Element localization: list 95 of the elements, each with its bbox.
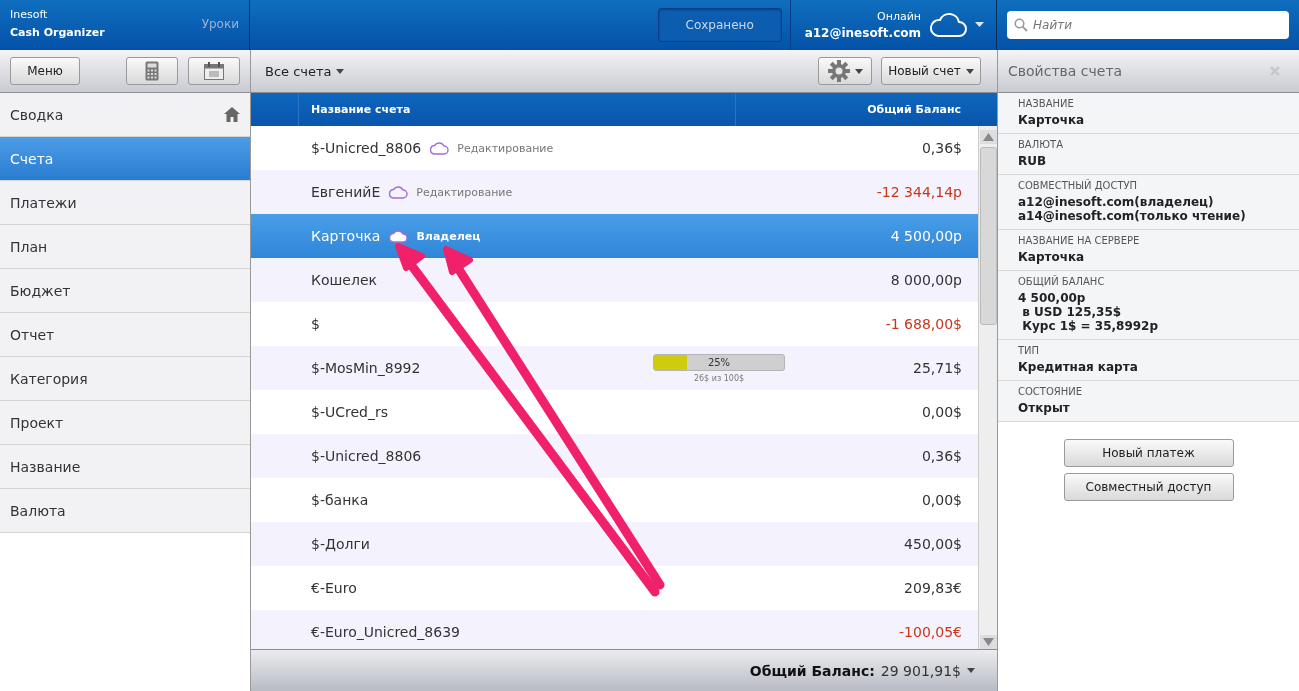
scroll-down-icon[interactable] — [979, 635, 997, 649]
balance-amount: 0,00$ — [921, 492, 962, 508]
progress-caption: 26$ из 100$ — [693, 373, 745, 383]
caret-icon[interactable] — [967, 668, 975, 673]
sidebar-item[interactable]: Валюта — [0, 489, 250, 533]
sidebar-item[interactable]: Платежи — [0, 181, 250, 225]
account-name: $-MosMin_8992 — [311, 360, 421, 376]
account-name: ЕвгенийЕ — [311, 184, 381, 200]
account-name: Карточка — [311, 228, 381, 244]
balance-amount: 8 000,00р — [890, 272, 962, 288]
account-row[interactable]: Кошелек 8 000,00р — [251, 258, 978, 302]
account-name: $-Долги — [311, 536, 370, 552]
property-label: СОВМЕСТНЫЙ ДОСТУП — [1018, 180, 1139, 191]
sidebar-item[interactable]: Название — [0, 445, 250, 489]
sidebar-item[interactable]: Проект — [0, 401, 250, 445]
property-label: ТИП — [1018, 345, 1041, 356]
balance-amount: 209,83€ — [904, 580, 962, 596]
property-value: Карточка — [1018, 113, 1086, 127]
scrollbar[interactable] — [978, 126, 997, 649]
property-value: a14@inesoft.com(только чтение) — [1018, 209, 1247, 223]
scrollbar-thumb[interactable] — [979, 147, 997, 325]
account-row[interactable]: $-MosMin_8992 25% 26$ из 100$ 25,71$ — [251, 346, 978, 390]
account-row[interactable]: $-Долги 450,00$ — [251, 522, 978, 566]
cloud-icon[interactable] — [929, 12, 967, 38]
search-field[interactable]: Найти — [1007, 11, 1289, 39]
calculator-icon — [145, 61, 159, 81]
account-row[interactable]: €-Euro_Unicred_8639 -100,05€ — [251, 610, 978, 649]
balance-amount: 25,71$ — [913, 360, 962, 376]
new-account-button[interactable]: Новый счет — [881, 57, 981, 85]
product-name: Cash Organizer — [10, 26, 105, 39]
property-value: Карточка — [1018, 250, 1086, 264]
balance-amount: 450,00$ — [904, 536, 962, 552]
account-name: $-банка — [311, 492, 369, 508]
access-level: Редактирование — [457, 141, 554, 155]
menu-button[interactable]: Меню — [10, 57, 80, 85]
home-icon[interactable] — [224, 107, 240, 122]
progress-percent: 25% — [707, 356, 731, 368]
account-row[interactable]: $-Unicred_8806 0,36$ — [251, 434, 978, 478]
account-name: $-UCred_rs — [311, 404, 388, 420]
balance-amount: -1 688,00$ — [885, 316, 962, 332]
property-label: СОСТОЯНИЕ — [1018, 386, 1084, 397]
account-name: $-Unicred_8806 — [311, 448, 422, 464]
property-value: в USD 125,35$ — [1021, 305, 1123, 319]
account-name: $ — [311, 316, 320, 332]
total-balance-label: Общий Баланс: — [749, 662, 875, 679]
sidebar-item[interactable]: Счета — [0, 137, 250, 181]
caret-icon — [854, 68, 863, 74]
caret-icon — [335, 68, 344, 74]
save-status: Сохранено — [657, 8, 782, 42]
settings-button[interactable] — [818, 57, 872, 85]
account-name: €-Euro_Unicred_8639 — [311, 624, 460, 640]
panel-button[interactable]: Новый платеж — [1063, 439, 1234, 467]
account-filter-dropdown[interactable]: Все счета — [265, 63, 344, 79]
column-header[interactable]: Общий Баланс — [736, 93, 997, 126]
balance-amount: 0,00$ — [921, 404, 962, 420]
sidebar-item[interactable]: Категория — [0, 357, 250, 401]
search-icon — [1014, 18, 1028, 32]
panel-button[interactable]: Совместный доступ — [1063, 473, 1234, 501]
property-value: Открыт — [1018, 401, 1071, 415]
caret-icon — [965, 68, 974, 74]
balance-amount: 4 500,00р — [890, 228, 962, 244]
calendar-button[interactable] — [188, 57, 240, 85]
sidebar-item[interactable]: План — [0, 225, 250, 269]
account-name: Кошелек — [311, 272, 377, 288]
balance-amount: 0,36$ — [921, 448, 962, 464]
property-value: Кредитная карта — [1018, 360, 1139, 374]
account-email: a12@inesoft.com — [804, 26, 921, 40]
sidebar-item[interactable]: Отчет — [0, 313, 250, 357]
online-label: Онлайн — [877, 10, 921, 23]
property-label: ВАЛЮТА — [1018, 139, 1064, 150]
scroll-up-icon[interactable] — [979, 130, 997, 144]
total-balance-value: 29 901,91$ — [880, 662, 961, 679]
vendor-name: Inesoft — [10, 8, 49, 21]
account-name: €-Euro — [311, 580, 357, 596]
property-value: RUB — [1018, 154, 1048, 168]
account-row[interactable]: ЕвгенийЕ Редактирование -12 344,14р — [251, 170, 978, 214]
balance-amount: 0,36$ — [921, 140, 962, 156]
access-level: Владелец — [416, 229, 481, 243]
property-value: a12@inesoft.com(владелец) — [1018, 195, 1215, 209]
property-label: ОБЩИЙ БАЛАНС — [1018, 276, 1106, 287]
access-level: Редактирование — [416, 185, 513, 199]
sidebar-item[interactable]: Бюджет — [0, 269, 250, 313]
calculator-button[interactable] — [126, 57, 178, 85]
balance-amount: -100,05€ — [899, 624, 962, 640]
property-value: 4 500,00р — [1018, 291, 1087, 305]
balance-amount: -12 344,14р — [876, 184, 962, 200]
property-value: Курс 1$ = 35,8992р — [1021, 319, 1160, 333]
sidebar-item[interactable]: Сводка — [0, 93, 250, 137]
calendar-icon — [204, 62, 224, 80]
property-label: НАЗВАНИЕ — [1018, 98, 1075, 109]
property-label: НАЗВАНИЕ НА СЕРВЕРЕ — [1018, 235, 1141, 246]
panel-title: Свойства счета — [1008, 63, 1123, 79]
settings-icon — [827, 60, 850, 82]
account-name: $-Unicred_8806 — [311, 140, 422, 156]
caret-icon[interactable] — [975, 22, 984, 28]
